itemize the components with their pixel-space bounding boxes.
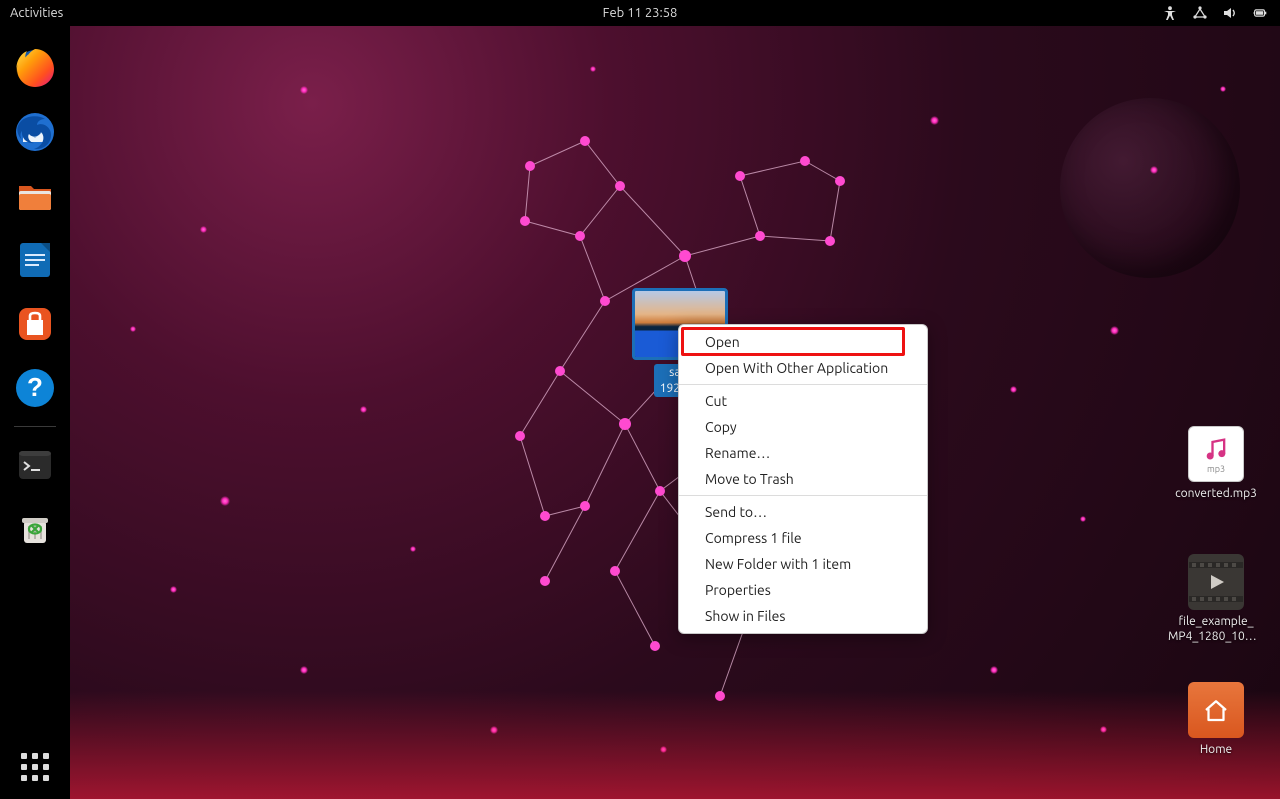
wallpaper-star (170, 586, 177, 593)
dock-app-thunderbird[interactable] (10, 107, 60, 157)
context-menu-properties[interactable]: Properties (679, 577, 927, 603)
svg-text:?: ? (27, 372, 43, 402)
dock-app-help[interactable]: ? (10, 363, 60, 413)
dock-app-software[interactable] (10, 299, 60, 349)
desktop-icon-mp4[interactable]: file_example_ MP4_1280_10M… (1168, 554, 1264, 644)
context-menu-open[interactable]: Open (679, 329, 927, 355)
dock-app-trash[interactable] (10, 504, 60, 554)
status-area[interactable] (1162, 5, 1280, 21)
context-menu-compress[interactable]: Compress 1 file (679, 525, 927, 551)
wallpaper-glow (70, 679, 1280, 799)
wallpaper-star (660, 746, 667, 753)
video-file-icon (1188, 554, 1244, 610)
network-icon[interactable] (1192, 5, 1208, 21)
wallpaper-star (1100, 726, 1107, 733)
wallpaper-star (490, 726, 498, 734)
wallpaper-star (300, 86, 308, 94)
audio-file-icon: mp3 (1188, 426, 1244, 482)
top-menu-bar: Activities Feb 11 23:58 (0, 0, 1280, 26)
context-menu-separator (679, 384, 927, 385)
context-menu-show-in-files[interactable]: Show in Files (679, 603, 927, 629)
desktop-icon-label: Home (1168, 742, 1264, 757)
wallpaper-star (220, 496, 230, 506)
home-folder-icon (1188, 682, 1244, 738)
dock-separator (14, 426, 56, 427)
battery-icon[interactable] (1252, 5, 1268, 21)
wallpaper-star (990, 666, 998, 674)
wallpaper-planet (1060, 98, 1240, 278)
desktop-icon-label: file_example_ (1168, 614, 1264, 629)
wallpaper-star (590, 66, 596, 72)
context-menu-cut[interactable]: Cut (679, 388, 927, 414)
wallpaper-star (930, 116, 939, 125)
wallpaper-star (1220, 86, 1226, 92)
context-menu-open-with[interactable]: Open With Other Application (679, 355, 927, 381)
desktop-icon-label: MP4_1280_10M… (1168, 629, 1264, 644)
wallpaper-star (410, 546, 416, 552)
context-menu: Open Open With Other Application Cut Cop… (678, 324, 928, 634)
accessibility-icon[interactable] (1162, 5, 1178, 21)
wallpaper-star (1080, 516, 1086, 522)
dock-app-writer[interactable] (10, 235, 60, 285)
wallpaper-star (360, 406, 367, 413)
context-menu-copy[interactable]: Copy (679, 414, 927, 440)
activities-button[interactable]: Activities (0, 6, 63, 20)
context-menu-move-to-trash[interactable]: Move to Trash (679, 466, 927, 492)
wallpaper-star (130, 326, 136, 332)
clock[interactable]: Feb 11 23:58 (603, 6, 678, 20)
desktop[interactable]: mp3 converted.mp3 file_example_ MP4_1280… (70, 26, 1280, 799)
launcher-dock: ? (0, 26, 70, 799)
desktop-icon-label: converted.mp3 (1168, 486, 1264, 501)
volume-icon[interactable] (1222, 5, 1238, 21)
dock-app-firefox[interactable] (10, 43, 60, 93)
desktop-icon-mp3[interactable]: mp3 converted.mp3 (1168, 426, 1264, 501)
context-menu-separator (679, 495, 927, 496)
file-badge: mp3 (1207, 464, 1225, 474)
wallpaper-star (1010, 386, 1017, 393)
wallpaper-star (200, 226, 207, 233)
wallpaper-star (300, 666, 308, 674)
wallpaper-star (1150, 166, 1158, 174)
context-menu-send-to[interactable]: Send to… (679, 499, 927, 525)
context-menu-rename[interactable]: Rename… (679, 440, 927, 466)
wallpaper-star (1110, 326, 1119, 335)
context-menu-new-folder[interactable]: New Folder with 1 item (679, 551, 927, 577)
show-applications-button[interactable] (17, 749, 53, 785)
dock-app-files[interactable] (10, 171, 60, 221)
dock-app-terminal[interactable] (10, 440, 60, 490)
desktop-icon-home[interactable]: Home (1168, 682, 1264, 757)
